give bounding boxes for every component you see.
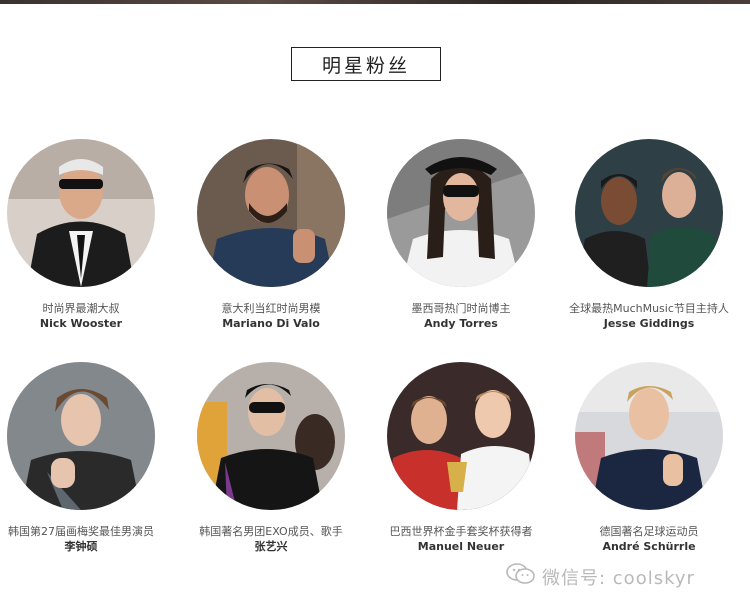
avatar <box>197 362 345 510</box>
avatar <box>197 139 345 287</box>
fan-card[interactable]: 德国著名足球运动员 André Schürrle <box>559 362 739 555</box>
fan-description: 韩国著名男团EXO成员、歌手 <box>199 525 343 538</box>
fan-name: Andy Torres <box>424 317 498 330</box>
fan-description: 意大利当红时尚男模 <box>221 302 321 315</box>
fan-name: Nick Wooster <box>39 317 123 330</box>
fan-name: Mariano Di Valo <box>222 317 320 330</box>
fan-card[interactable]: 韩国著名男团EXO成员、歌手 张艺兴 <box>181 362 361 555</box>
wechat-icon <box>506 562 536 591</box>
fan-card[interactable]: 时尚界最潮大叔 Nick Wooster <box>0 139 171 332</box>
fan-name: Jesse Giddings <box>603 317 695 330</box>
fan-card[interactable]: 墨西哥热门时尚博主 Andy Torres <box>371 139 551 332</box>
avatar <box>575 362 723 510</box>
avatar <box>387 362 535 510</box>
top-banner-edge <box>0 0 750 4</box>
fan-name: Manuel Neuer <box>417 540 505 553</box>
fan-card[interactable]: 韩国第27届画梅奖最佳男演员 李钟硕 <box>0 362 171 555</box>
avatar <box>7 139 155 287</box>
avatar <box>575 139 723 287</box>
watermark-text: 微信号: coolskyr <box>542 567 695 589</box>
fan-description: 全球最热MuchMusic节目主持人 <box>569 302 729 315</box>
fan-description: 韩国第27届画梅奖最佳男演员 <box>8 525 154 538</box>
fan-name: 张艺兴 <box>254 540 288 553</box>
fan-card[interactable]: 意大利当红时尚男模 Mariano Di Valo <box>181 139 361 332</box>
fan-description: 时尚界最潮大叔 <box>42 302 120 315</box>
fan-card[interactable]: 全球最热MuchMusic节目主持人 Jesse Giddings <box>559 139 739 332</box>
fan-card[interactable]: 巴西世界杯金手套奖杯获得者 Manuel Neuer <box>371 362 551 555</box>
section-title: 明星粉丝 <box>291 47 441 81</box>
fan-description: 墨西哥热门时尚博主 <box>411 302 511 315</box>
fan-name: 李钟硕 <box>64 540 98 553</box>
wechat-watermark: 微信号: coolskyr <box>506 562 695 591</box>
fan-description: 德国著名足球运动员 <box>599 525 699 538</box>
fan-name: André Schürrle <box>602 540 696 553</box>
avatar <box>387 139 535 287</box>
avatar <box>7 362 155 510</box>
fan-description: 巴西世界杯金手套奖杯获得者 <box>389 525 533 538</box>
